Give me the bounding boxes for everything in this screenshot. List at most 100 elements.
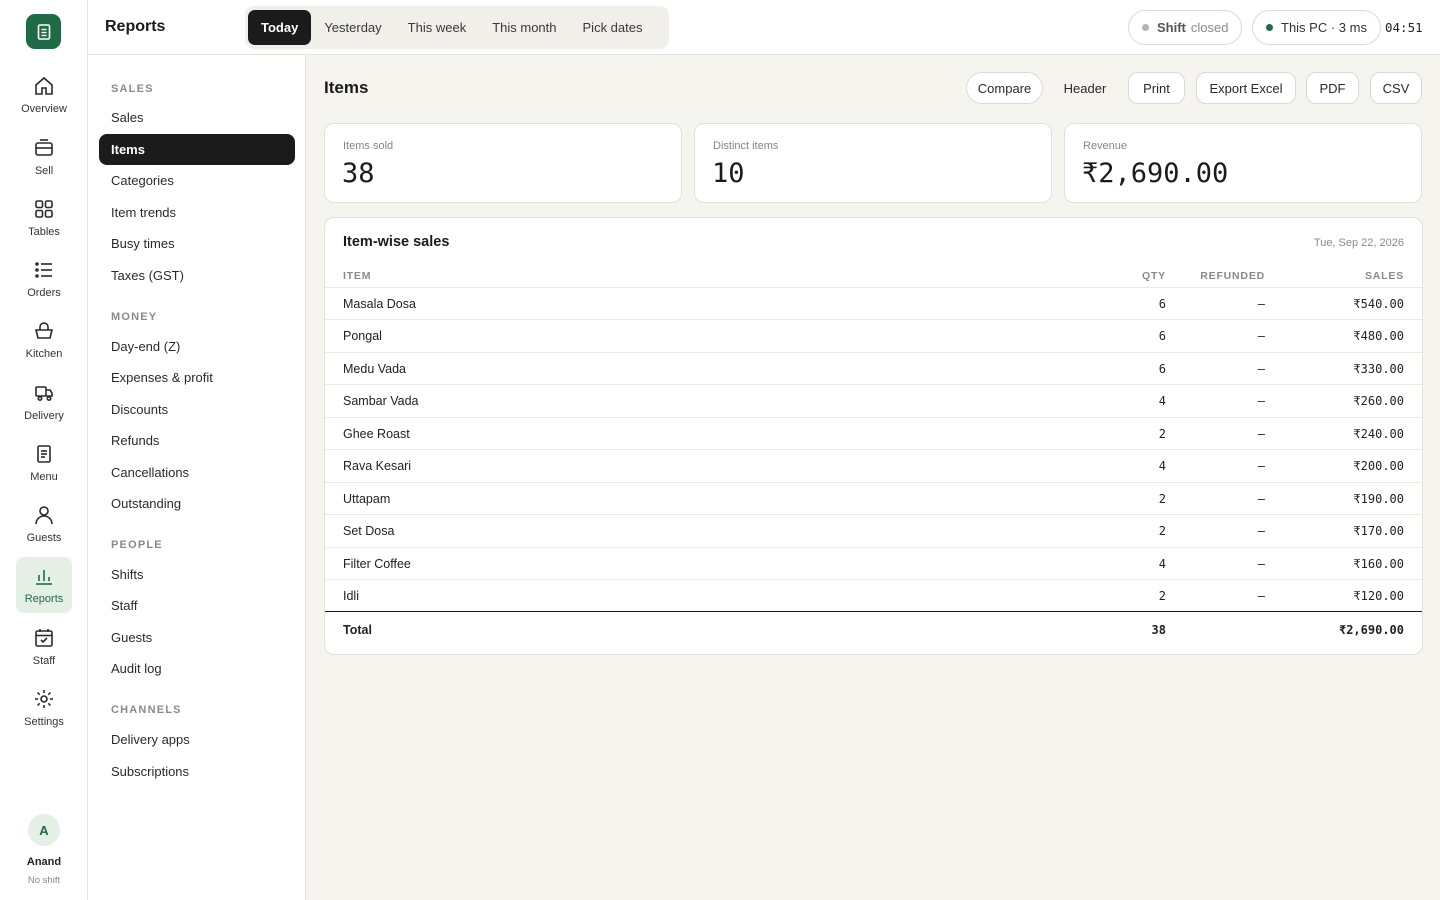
rail-label: Delivery	[24, 410, 64, 422]
shift-dot-icon	[1142, 24, 1149, 31]
cell-refunded: –	[1257, 458, 1265, 473]
receipt-icon	[37, 23, 50, 40]
rail-label: Kitchen	[25, 348, 63, 360]
rail-label: Settings	[24, 716, 64, 728]
cell-sales: ₹120.00	[1353, 588, 1404, 603]
rail-item-orders[interactable]: Orders	[16, 251, 72, 307]
subnav-item-refunds[interactable]: Refunds	[99, 425, 295, 456]
subnav-item-day-end[interactable]: Day-end (Z)	[99, 331, 295, 362]
csv-button[interactable]: CSV	[1370, 72, 1422, 104]
subnav-item-categories[interactable]: Categories	[99, 165, 295, 196]
rail-label: Overview	[21, 103, 67, 115]
rail-item-menu[interactable]: Menu	[16, 435, 72, 491]
subnav-item-item-trends[interactable]: Item trends	[99, 197, 295, 228]
subnav-item-cancellations[interactable]: Cancellations	[99, 457, 295, 488]
rail-item-staff[interactable]: Staff	[16, 619, 72, 675]
subnav-item-staff[interactable]: Staff	[99, 590, 295, 621]
subnav-item-items[interactable]: Items	[99, 134, 295, 165]
section-title-channels: CHANNELS	[111, 704, 182, 716]
rail-item-guests[interactable]: Guests	[16, 496, 72, 552]
shift-label: Shift	[1157, 20, 1186, 35]
subnav-item-outstanding[interactable]: Outstanding	[99, 488, 295, 519]
range-pick-dates[interactable]: Pick dates	[570, 10, 656, 45]
grid-icon	[35, 200, 53, 218]
table-row[interactable]: Masala Dosa 6 – ₹540.00	[325, 287, 1422, 319]
export-excel-button[interactable]: Export Excel	[1196, 72, 1296, 104]
subnav-item-delivery-apps[interactable]: Delivery apps	[99, 724, 295, 755]
range-yesterday[interactable]: Yesterday	[311, 10, 394, 45]
cell-sales: ₹480.00	[1353, 328, 1404, 343]
subnav-item-discounts[interactable]: Discounts	[99, 394, 295, 425]
subnav-item-taxes[interactable]: Taxes (GST)	[99, 260, 295, 291]
user-shift-status: No shift	[27, 875, 61, 886]
table-row[interactable]: Filter Coffee 4 – ₹160.00	[325, 547, 1422, 579]
rail-item-tables[interactable]: Tables	[16, 190, 72, 246]
cell-item: Set Dosa	[343, 523, 395, 538]
subnav-item-audit-log[interactable]: Audit log	[99, 653, 295, 684]
table-row[interactable]: Medu Vada 6 – ₹330.00	[325, 352, 1422, 384]
table-row[interactable]: Uttapam 2 – ₹190.00	[325, 482, 1422, 514]
subnav-item-sales[interactable]: Sales	[99, 102, 295, 133]
col-sales[interactable]: SALES	[1365, 270, 1404, 282]
rail-label: Orders	[27, 287, 61, 299]
stat-items-sold: Items sold 38	[324, 123, 682, 203]
device-status-pill[interactable]: This PC · 3 ms	[1252, 10, 1381, 45]
basket-icon	[34, 322, 54, 339]
table-row[interactable]: Rava Kesari 4 – ₹200.00	[325, 449, 1422, 481]
rail-item-overview[interactable]: Overview	[16, 67, 72, 123]
range-this-week[interactable]: This week	[395, 10, 480, 45]
subnav-item-busy-times[interactable]: Busy times	[99, 228, 295, 259]
cell-sales: ₹540.00	[1353, 296, 1404, 311]
range-today[interactable]: Today	[248, 10, 312, 45]
rail-item-settings[interactable]: Settings	[16, 680, 72, 736]
pdf-button[interactable]: PDF	[1306, 72, 1359, 104]
gear-icon	[35, 690, 53, 708]
range-this-month[interactable]: This month	[479, 10, 569, 45]
table-row[interactable]: Sambar Vada 4 – ₹260.00	[325, 384, 1422, 416]
rail-item-kitchen[interactable]: Kitchen	[16, 312, 72, 368]
col-qty[interactable]: QTY	[1142, 270, 1166, 282]
rail-label: Sell	[34, 165, 54, 177]
table-row[interactable]: Idli 2 – ₹120.00	[325, 579, 1422, 611]
subnav-item-expenses-profit[interactable]: Expenses & profit	[99, 362, 295, 393]
subnav-item-shifts[interactable]: Shifts	[99, 559, 295, 590]
user-block[interactable]: A Anand No shift	[0, 814, 88, 886]
col-refunded[interactable]: REFUNDED	[1200, 270, 1265, 282]
table-row[interactable]: Ghee Roast 2 – ₹240.00	[325, 417, 1422, 449]
table-title: Item-wise sales	[343, 234, 450, 250]
cell-refunded: –	[1257, 426, 1265, 441]
cell-qty: 2	[1158, 523, 1166, 538]
compare-button[interactable]: Compare	[966, 72, 1043, 104]
cell-refunded: –	[1257, 588, 1265, 603]
table-row[interactable]: Pongal 6 – ₹480.00	[325, 319, 1422, 351]
subnav-item-guests[interactable]: Guests	[99, 622, 295, 653]
cell-sales: ₹190.00	[1353, 491, 1404, 506]
cell-sales: ₹200.00	[1353, 458, 1404, 473]
cell-sales: ₹240.00	[1353, 426, 1404, 441]
cell-qty: 2	[1158, 426, 1166, 441]
cell-refunded: –	[1257, 328, 1265, 343]
avatar[interactable]: A	[28, 814, 60, 846]
cell-refunded: –	[1257, 393, 1265, 408]
cell-qty: 2	[1158, 588, 1166, 603]
col-item[interactable]: ITEM	[343, 270, 371, 282]
total-sales: ₹2,690.00	[1338, 622, 1404, 637]
subnav-item-subscriptions[interactable]: Subscriptions	[99, 756, 295, 787]
cell-item: Ghee Roast	[343, 426, 410, 441]
table-header: ITEM QTY REFUNDED SALES	[325, 264, 1422, 287]
shift-status-pill[interactable]: Shift closed	[1128, 10, 1243, 45]
print-button[interactable]: Print	[1128, 72, 1185, 104]
item-wise-sales-card: Item-wise sales Tue, Sep 22, 2026 ITEM Q…	[324, 217, 1423, 655]
rail-item-delivery[interactable]: Delivery	[16, 374, 72, 430]
cell-qty: 6	[1158, 328, 1166, 343]
header-button[interactable]: Header	[1053, 72, 1117, 104]
cell-qty: 4	[1158, 393, 1166, 408]
rail-label: Staff	[32, 655, 56, 667]
cell-refunded: –	[1257, 523, 1265, 538]
app-logo[interactable]	[26, 14, 61, 49]
rail-item-reports[interactable]: Reports	[16, 557, 72, 613]
register-icon	[35, 139, 53, 156]
table-row[interactable]: Set Dosa 2 – ₹170.00	[325, 514, 1422, 546]
section-title-sales: SALES	[111, 83, 154, 95]
rail-item-sell[interactable]: Sell	[16, 129, 72, 185]
